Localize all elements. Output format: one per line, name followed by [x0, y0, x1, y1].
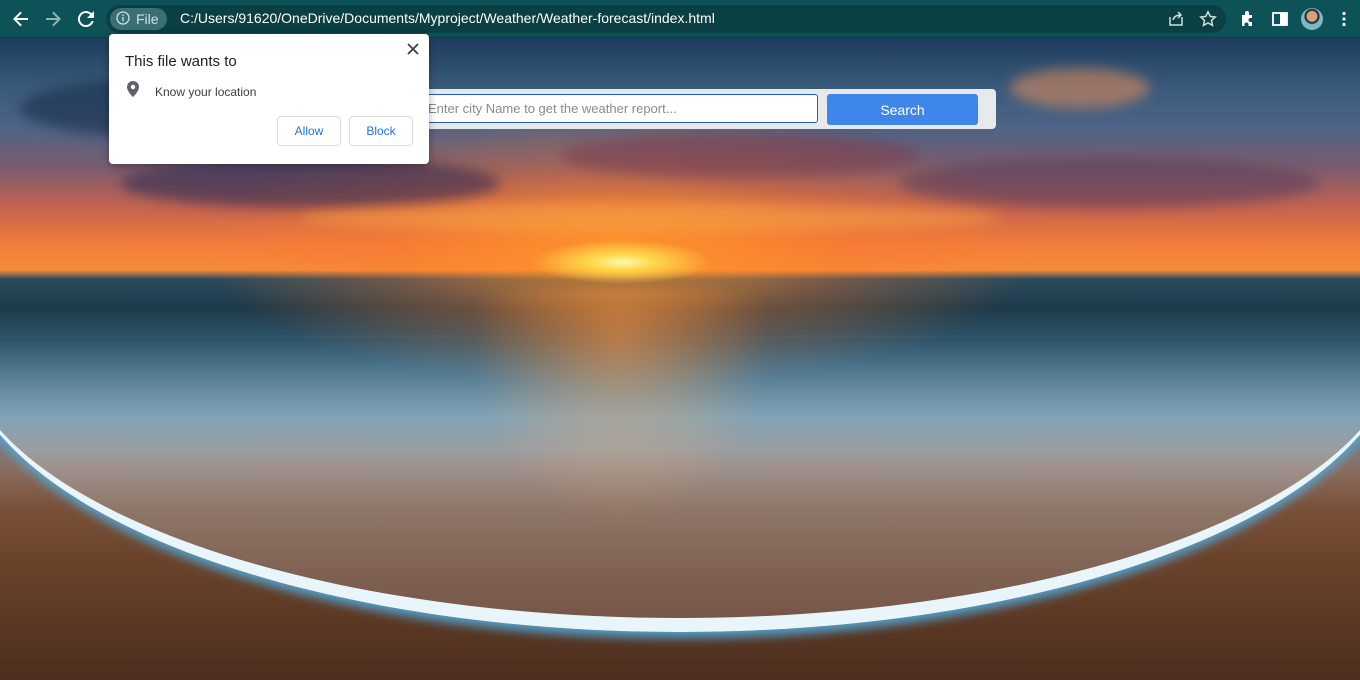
side-panel-icon[interactable] — [1268, 7, 1292, 31]
search-button[interactable]: Search — [827, 94, 978, 125]
city-search-input[interactable] — [417, 94, 818, 123]
star-icon[interactable] — [1196, 7, 1220, 31]
extensions-icon[interactable] — [1236, 7, 1260, 31]
permission-text: Know your location — [155, 84, 257, 99]
share-icon[interactable] — [1164, 7, 1188, 31]
location-pin-icon — [127, 81, 139, 102]
permission-row: Know your location — [127, 81, 256, 102]
browser-toolbar: File C:/Users/91620/OneDrive/Documents/M… — [0, 0, 1360, 38]
block-button[interactable]: Block — [349, 116, 413, 146]
url-text[interactable]: C:/Users/91620/OneDrive/Documents/Myproj… — [180, 10, 715, 26]
cloud — [900, 158, 1320, 208]
cloud — [560, 133, 920, 178]
back-icon[interactable] — [9, 7, 33, 31]
avatar[interactable] — [1301, 8, 1323, 30]
address-bar[interactable]: File C:/Users/91620/OneDrive/Documents/M… — [106, 5, 1226, 33]
search-panel: Search — [409, 89, 996, 129]
site-info-chip[interactable]: File — [110, 8, 167, 30]
close-icon[interactable] — [405, 41, 421, 57]
wave-foam — [0, 338, 1360, 632]
location-permission-popup: This file wants to Know your location Al… — [109, 34, 429, 164]
allow-button[interactable]: Allow — [277, 116, 341, 146]
cloud — [1010, 68, 1150, 108]
cloud — [120, 158, 500, 208]
cloud — [300, 203, 1000, 233]
reload-icon[interactable] — [74, 7, 98, 31]
menu-icon[interactable] — [1332, 7, 1356, 31]
forward-icon[interactable] — [41, 7, 65, 31]
site-chip-label: File — [136, 11, 159, 27]
popup-title: This file wants to — [125, 53, 237, 70]
info-icon — [116, 10, 130, 28]
